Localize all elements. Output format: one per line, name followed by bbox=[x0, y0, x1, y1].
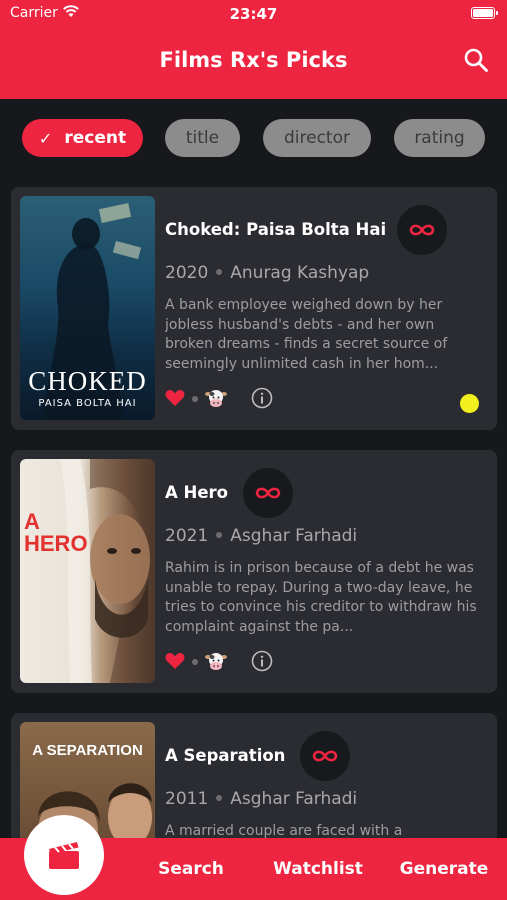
tab-generate[interactable]: Generate bbox=[395, 859, 493, 879]
chip-recent[interactable]: ✓ recent bbox=[22, 119, 143, 157]
poster-image: A HERO bbox=[20, 459, 155, 683]
chip-rating[interactable]: rating bbox=[394, 119, 485, 157]
heart-icon[interactable] bbox=[165, 389, 185, 407]
poster-title: A HERO bbox=[24, 509, 88, 556]
poster-image: CHOKED PAISA BOLTA HAI bbox=[20, 196, 155, 420]
chip-label: rating bbox=[414, 128, 465, 148]
film-year: 2021 bbox=[165, 526, 209, 546]
infinity-icon bbox=[255, 487, 281, 499]
film-meta: 2021 Asghar Farhadi bbox=[165, 526, 357, 546]
tab-watchlist[interactable]: Watchlist bbox=[268, 859, 368, 879]
film-year: 2020 bbox=[165, 263, 209, 283]
clapperboard-icon bbox=[49, 842, 79, 869]
info-icon[interactable] bbox=[251, 387, 273, 409]
heart-icon[interactable] bbox=[165, 652, 185, 670]
film-title: A Hero bbox=[165, 483, 228, 502]
battery-icon bbox=[471, 7, 498, 19]
poster-subtitle: PAISA BOLTA HAI bbox=[38, 398, 137, 409]
card-actions bbox=[165, 650, 485, 674]
infinity-badge[interactable] bbox=[243, 468, 293, 518]
film-director: Asghar Farhadi bbox=[230, 526, 358, 546]
film-meta: 2011 Asghar Farhadi bbox=[165, 789, 357, 809]
infinity-icon bbox=[312, 750, 338, 762]
info-icon[interactable] bbox=[251, 650, 273, 672]
clock: 23:47 bbox=[229, 5, 278, 23]
film-card[interactable]: CHOKED PAISA BOLTA HAI Choked: Paisa Bol… bbox=[11, 187, 497, 430]
page-title: Films Rx's Picks bbox=[159, 48, 348, 72]
chip-label: title bbox=[185, 128, 220, 148]
tab-search[interactable]: Search bbox=[150, 859, 232, 879]
checkmark-icon: ✓ bbox=[38, 128, 53, 148]
app-header: Films Rx's Picks bbox=[0, 28, 507, 99]
film-director: Anurag Kashyap bbox=[230, 263, 370, 283]
film-meta: 2020 Anurag Kashyap bbox=[165, 263, 369, 283]
card-actions bbox=[165, 387, 485, 411]
film-description: Rahim is in prison because of a debt he … bbox=[165, 560, 477, 635]
film-card[interactable]: A HERO A Hero 2021 Asghar Farhadi Rahim i… bbox=[11, 450, 497, 693]
home-button[interactable] bbox=[24, 815, 104, 895]
cow-icon[interactable] bbox=[205, 651, 227, 671]
poster-title: CHOKED bbox=[28, 366, 147, 396]
chip-title[interactable]: title bbox=[165, 119, 240, 157]
search-icon[interactable] bbox=[463, 47, 489, 73]
film-title: Choked: Paisa Bolta Hai bbox=[165, 220, 387, 239]
film-year: 2011 bbox=[165, 789, 209, 809]
film-description: A bank employee weighed down by her jobl… bbox=[165, 297, 448, 372]
infinity-badge[interactable] bbox=[300, 731, 350, 781]
seen-indicator bbox=[460, 394, 479, 413]
film-director: Asghar Farhadi bbox=[230, 789, 358, 809]
poster-title: A SEPARATION bbox=[32, 742, 143, 759]
film-title: A Separation bbox=[165, 746, 286, 765]
infinity-badge[interactable] bbox=[397, 205, 447, 255]
cow-icon[interactable] bbox=[205, 388, 227, 408]
chip-label: recent bbox=[64, 128, 127, 148]
chip-director[interactable]: director bbox=[263, 119, 371, 157]
status-bar: Carrier 23:47 bbox=[0, 0, 507, 28]
infinity-icon bbox=[409, 224, 435, 236]
chip-label: director bbox=[284, 128, 350, 148]
